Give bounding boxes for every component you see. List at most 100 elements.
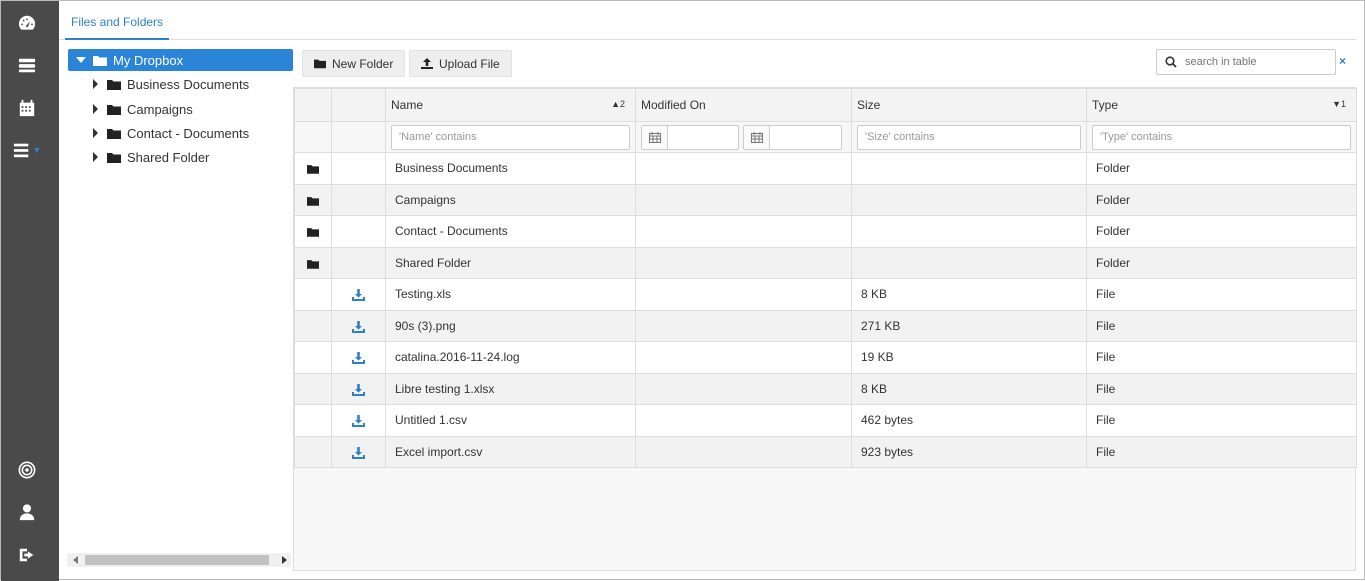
table-row[interactable]: Untitled 1.csv 462 bytes File bbox=[294, 404, 1357, 437]
caret-down-icon[interactable] bbox=[76, 57, 86, 63]
download-icon[interactable] bbox=[352, 383, 365, 396]
download-icon[interactable] bbox=[352, 446, 365, 459]
left-sidebar: ▼ bbox=[1, 1, 59, 581]
tree-node-contact-documents[interactable]: Contact - Documents bbox=[93, 122, 249, 144]
scroll-left-icon[interactable] bbox=[73, 556, 78, 564]
cell-name: Shared Folder bbox=[385, 246, 636, 279]
table-row[interactable]: Business Documents Folder bbox=[294, 152, 1357, 185]
header-type[interactable]: Type ▼1 bbox=[1086, 88, 1357, 122]
sort-order-type: 1 bbox=[1340, 99, 1346, 109]
search-icon bbox=[1165, 56, 1177, 68]
folder-icon bbox=[107, 79, 121, 90]
row-action-cell bbox=[331, 152, 386, 185]
table-row[interactable]: Excel import.csv 923 bytes File bbox=[294, 435, 1357, 468]
table-row[interactable]: Campaigns Folder bbox=[294, 183, 1357, 216]
folder-icon bbox=[307, 228, 319, 237]
clear-search-icon[interactable]: × bbox=[1339, 54, 1346, 68]
cell-modified bbox=[635, 183, 852, 216]
caret-right-icon[interactable] bbox=[93, 79, 98, 89]
cell-modified bbox=[635, 341, 852, 374]
download-icon[interactable] bbox=[352, 320, 365, 333]
row-action-cell bbox=[331, 246, 386, 279]
download-icon[interactable] bbox=[352, 289, 365, 302]
modified-to-input[interactable] bbox=[743, 124, 842, 150]
table-row[interactable]: Shared Folder Folder bbox=[294, 246, 1357, 279]
folder-icon bbox=[307, 165, 319, 174]
calendar-icon bbox=[750, 131, 763, 143]
caret-right-icon[interactable] bbox=[93, 104, 98, 114]
cell-modified bbox=[635, 435, 852, 468]
download-icon[interactable] bbox=[352, 415, 365, 428]
tree-node-label: Campaigns bbox=[127, 101, 193, 117]
calendar-icon[interactable] bbox=[1, 90, 53, 126]
table-row[interactable]: Contact - Documents Folder bbox=[294, 215, 1357, 248]
user-icon[interactable] bbox=[1, 494, 53, 530]
table-search[interactable] bbox=[1156, 49, 1336, 75]
filter-size-cell: 'Size' contains bbox=[851, 121, 1087, 153]
cell-size bbox=[851, 246, 1087, 279]
cell-modified bbox=[635, 278, 852, 311]
menu-icon[interactable]: ▼ bbox=[1, 132, 53, 168]
scroll-thumb[interactable] bbox=[85, 555, 269, 565]
tree-node-label: Shared Folder bbox=[127, 149, 210, 165]
upload-file-button[interactable]: Upload File bbox=[409, 50, 512, 77]
header-name[interactable]: Name ▲2 bbox=[385, 88, 636, 122]
folder-icon bbox=[314, 59, 326, 69]
scroll-right-icon[interactable] bbox=[282, 556, 287, 564]
tab-bar: Files and Folders bbox=[59, 1, 1356, 40]
folder-icon bbox=[107, 104, 121, 115]
server-icon[interactable] bbox=[1, 47, 53, 83]
type-filter-input[interactable]: 'Type' contains bbox=[1092, 124, 1351, 150]
tree-node-root[interactable]: My Dropbox bbox=[68, 49, 293, 71]
row-action-cell[interactable] bbox=[331, 372, 386, 405]
cell-type: Folder bbox=[1086, 246, 1357, 279]
cell-modified bbox=[635, 404, 852, 437]
folder-tree: My Dropbox Business Documents Campaigns … bbox=[67, 47, 293, 571]
upload-file-label: Upload File bbox=[439, 56, 500, 71]
folder-icon bbox=[307, 196, 319, 206]
row-type-icon-cell bbox=[294, 435, 332, 468]
logout-icon[interactable] bbox=[1, 537, 53, 573]
row-action-cell[interactable] bbox=[331, 435, 386, 468]
search-input[interactable] bbox=[1185, 56, 1325, 68]
tree-node-business-documents[interactable]: Business Documents bbox=[93, 73, 249, 95]
row-action-cell[interactable] bbox=[331, 341, 386, 374]
tree-horizontal-scrollbar[interactable] bbox=[67, 553, 291, 567]
filter-modified-cell bbox=[635, 121, 852, 153]
table-row[interactable]: 90s (3).png 271 KB File bbox=[294, 309, 1357, 342]
cell-type: File bbox=[1086, 309, 1357, 342]
upload-icon bbox=[421, 58, 433, 69]
caret-right-icon[interactable] bbox=[93, 128, 98, 138]
cell-size: 923 bytes bbox=[851, 435, 1087, 468]
dashboard-icon[interactable] bbox=[1, 5, 53, 41]
folder-icon bbox=[107, 152, 121, 163]
caret-right-icon[interactable] bbox=[93, 152, 98, 162]
header-size[interactable]: Size bbox=[851, 88, 1087, 122]
tab-files-and-folders[interactable]: Files and Folders bbox=[65, 9, 170, 40]
new-folder-label: New Folder bbox=[332, 56, 394, 71]
header-modified-label: Modified On bbox=[641, 98, 706, 112]
modified-from-input[interactable] bbox=[641, 124, 739, 150]
cell-name: Campaigns bbox=[385, 183, 636, 216]
row-action-cell[interactable] bbox=[331, 309, 386, 342]
header-modified[interactable]: Modified On bbox=[635, 88, 852, 122]
row-action-cell[interactable] bbox=[331, 278, 386, 311]
cell-modified bbox=[635, 246, 852, 279]
app-window: ▼ Files and Folders My Dropbox Business … bbox=[0, 0, 1365, 581]
cell-type: Folder bbox=[1086, 152, 1357, 185]
row-type-icon-cell bbox=[294, 341, 332, 374]
table-row[interactable]: catalina.2016-11-24.log 19 KB File bbox=[294, 341, 1357, 374]
new-folder-button[interactable]: New Folder bbox=[302, 50, 406, 77]
download-icon[interactable] bbox=[352, 352, 365, 365]
target-icon[interactable] bbox=[1, 452, 53, 488]
tree-node-campaigns[interactable]: Campaigns bbox=[93, 98, 193, 120]
row-action-cell[interactable] bbox=[331, 404, 386, 437]
header-name-label: Name bbox=[391, 98, 424, 112]
table-row[interactable]: Testing.xls 8 KB File bbox=[294, 278, 1357, 311]
folder-icon bbox=[93, 55, 107, 66]
name-filter-input[interactable]: 'Name' contains bbox=[391, 124, 630, 150]
tree-node-shared-folder[interactable]: Shared Folder bbox=[93, 146, 209, 168]
table-row[interactable]: Libre testing 1.xlsx 8 KB File bbox=[294, 372, 1357, 405]
header-action-col bbox=[331, 88, 386, 122]
size-filter-input[interactable]: 'Size' contains bbox=[857, 124, 1081, 150]
